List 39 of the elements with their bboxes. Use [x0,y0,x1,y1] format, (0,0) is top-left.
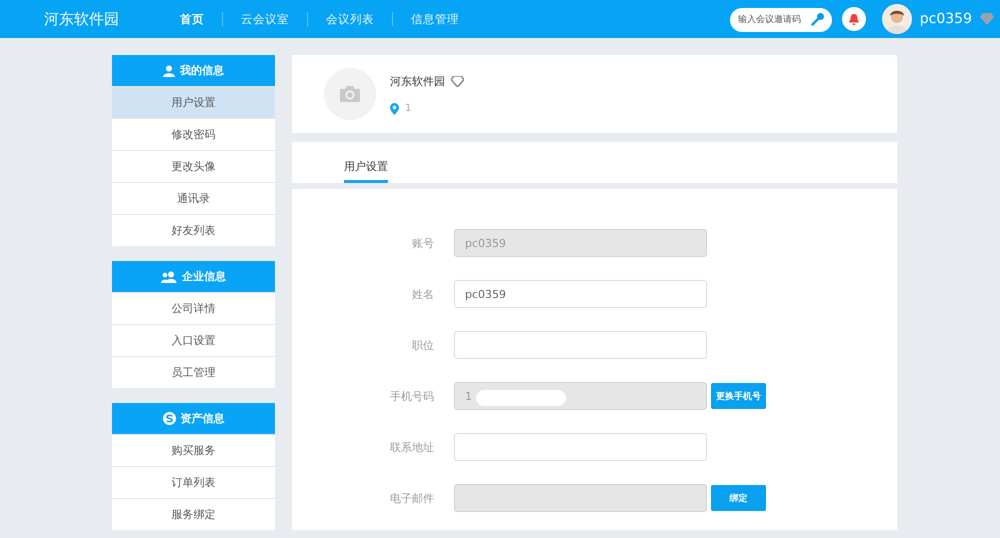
sidebar-item[interactable]: 购买服务 [112,434,275,466]
key-icon [810,12,825,26]
sidebar-item[interactable]: 订单列表 [112,466,275,498]
sidebar-item[interactable]: 用户设置 [112,86,275,118]
diamond-icon [980,13,994,25]
person-icon [163,64,175,76]
sidebar-item[interactable]: 修改密码 [112,118,275,150]
camera-icon [338,84,362,104]
bell-icon [848,12,860,26]
field-label: 账号 [411,236,435,250]
field-label: 电子邮件 [389,490,435,506]
company-name: 河东软件园 [390,74,445,88]
diamond-icon [451,76,464,86]
sidebar-item[interactable]: 通讯录 [112,182,275,214]
sidebar-item[interactable]: 更改头像 [112,150,275,182]
input-field[interactable] [454,331,707,359]
coin-icon [162,412,176,425]
sidebar-item[interactable]: 好友列表 [112,214,275,246]
invite-code-field[interactable]: 输入会议邀请码 [730,8,832,32]
sidebar-item[interactable]: 员工管理 [112,356,275,388]
sidebar-item[interactable]: 入口设置 [112,324,275,356]
field-label: 职位 [411,338,435,352]
input-field[interactable] [454,433,707,461]
location-text: 1 [405,103,412,114]
notification-button[interactable] [842,7,866,31]
sidebar-item[interactable]: 服务绑定 [112,498,275,530]
field-label: 手机号码 [389,388,435,404]
location-pin-icon [390,102,399,114]
sidebar-item[interactable]: 公司详情 [112,292,275,324]
tab[interactable]: 用户设置 [344,159,388,183]
people-icon [161,270,177,282]
field-label: 联系地址 [389,440,435,454]
input-field[interactable]: pc0359 [454,280,707,308]
section-header: 我的信息 [112,55,275,86]
logo-text: 河东软件园 [44,10,120,28]
section-header: 资产信息 [112,403,275,434]
avatar-icon[interactable] [882,4,912,34]
field-label: 姓名 [411,286,435,302]
section-header: 企业信息 [112,261,275,292]
